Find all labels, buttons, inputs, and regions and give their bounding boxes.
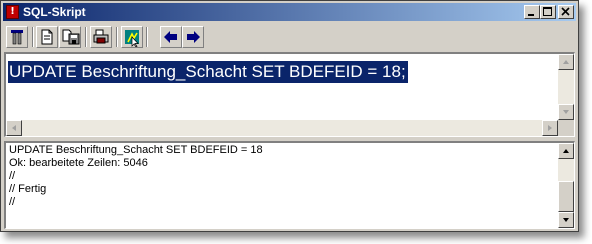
- maximize-icon: [543, 7, 552, 16]
- output-line: // Fertig: [9, 183, 47, 195]
- minimize-button[interactable]: [524, 5, 540, 19]
- output-line: //: [9, 170, 16, 182]
- close-button[interactable]: [558, 5, 574, 19]
- scroll-thumb[interactable]: [558, 181, 574, 212]
- save-documents-button[interactable]: [59, 26, 81, 48]
- sql-script-window: ! SQL-Skript UPDATE Beschriftung_Schacht…: [0, 0, 579, 232]
- print-button[interactable]: [90, 26, 112, 48]
- toolbar-separator: [85, 27, 87, 47]
- sql-editor[interactable]: UPDATE Beschriftung_Schacht SET BDEFEID …: [4, 52, 575, 137]
- scroll-right-button[interactable]: [542, 120, 558, 136]
- chevron-left-icon: [12, 125, 16, 131]
- toolbar-separator: [146, 27, 148, 47]
- maximize-button[interactable]: [540, 5, 556, 19]
- output-line: //: [9, 196, 16, 208]
- chevron-down-icon: [563, 110, 569, 114]
- forward-button[interactable]: [182, 26, 204, 48]
- toolbar: [3, 23, 576, 51]
- scroll-left-button[interactable]: [6, 120, 22, 136]
- scroll-down-button[interactable]: [558, 104, 574, 120]
- scroll-down-button[interactable]: [558, 212, 574, 228]
- chevron-up-icon: [563, 60, 569, 64]
- chevron-up-icon: [563, 149, 569, 153]
- output-line: Ok: bearbeitete Zeilen: 5046: [9, 157, 148, 169]
- output-vertical-scrollbar[interactable]: [558, 143, 574, 228]
- close-icon: [561, 7, 570, 16]
- back-button[interactable]: [160, 26, 182, 48]
- window-title: SQL-Skript: [23, 5, 86, 19]
- chevron-down-icon: [563, 218, 569, 222]
- editor-vertical-scrollbar[interactable]: [558, 54, 574, 120]
- new-document-button[interactable]: [36, 26, 58, 48]
- output-log[interactable]: UPDATE Beschriftung_Schacht SET BDEFEID …: [4, 141, 575, 229]
- output-line: UPDATE Beschriftung_Schacht SET BDEFEID …: [9, 144, 263, 156]
- scroll-corner: [558, 120, 574, 136]
- app-red-icon[interactable]: !: [6, 5, 19, 19]
- toolbar-separator: [32, 27, 34, 47]
- scroll-up-button[interactable]: [558, 143, 574, 159]
- scroll-up-button[interactable]: [558, 54, 574, 70]
- arrow-left-icon: [164, 31, 177, 43]
- execute-button[interactable]: [121, 26, 143, 48]
- sql-selected-text[interactable]: UPDATE Beschriftung_Schacht SET BDEFEID …: [8, 61, 408, 83]
- save-documents-icon: [62, 29, 80, 45]
- table-button[interactable]: [6, 26, 28, 48]
- toolbar-separator: [116, 27, 118, 47]
- arrow-right-icon: [187, 31, 200, 43]
- table-icon: [11, 30, 23, 45]
- execute-run-icon: [125, 30, 139, 47]
- new-document-icon: [41, 29, 53, 45]
- title-bar[interactable]: ! SQL-Skript: [3, 3, 576, 21]
- editor-horizontal-scrollbar[interactable]: [6, 120, 558, 136]
- print-icon: [93, 29, 109, 44]
- chevron-right-icon: [548, 125, 552, 131]
- minimize-icon: [528, 14, 534, 16]
